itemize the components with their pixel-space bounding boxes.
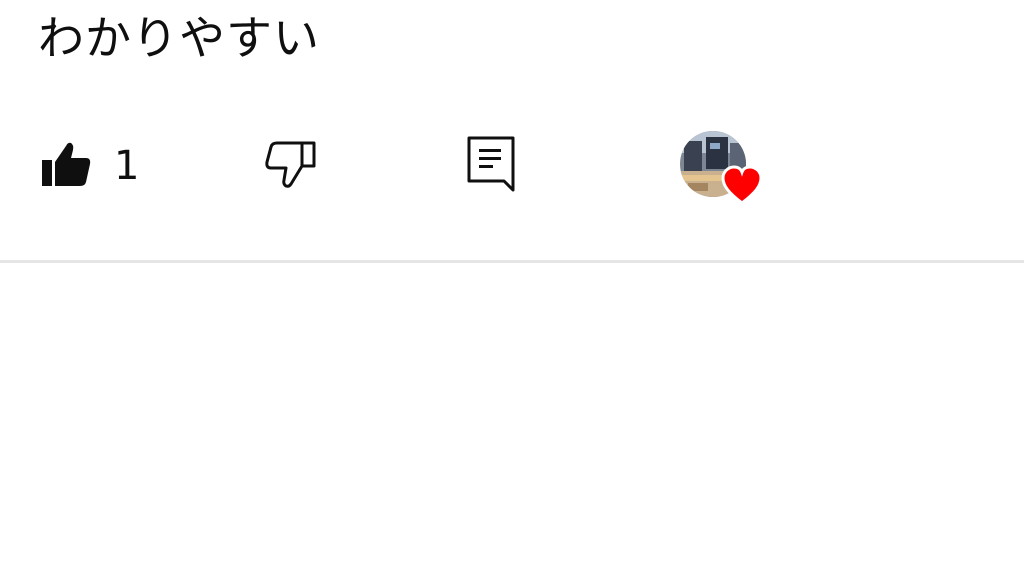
thumbs-up-icon	[40, 140, 92, 192]
comment-icon	[466, 135, 518, 197]
like-count: 1	[114, 143, 140, 189]
creator-heart[interactable]	[680, 131, 764, 209]
heart-icon	[720, 164, 764, 206]
thumbs-down-icon	[262, 138, 318, 194]
divider	[0, 260, 1024, 263]
dislike-button[interactable]	[262, 138, 318, 194]
reply-button[interactable]	[466, 136, 518, 196]
like-button[interactable]: 1	[40, 138, 139, 194]
comment-action-bar: 1	[0, 126, 1024, 206]
comment-text: わかりやすい	[38, 11, 320, 65]
